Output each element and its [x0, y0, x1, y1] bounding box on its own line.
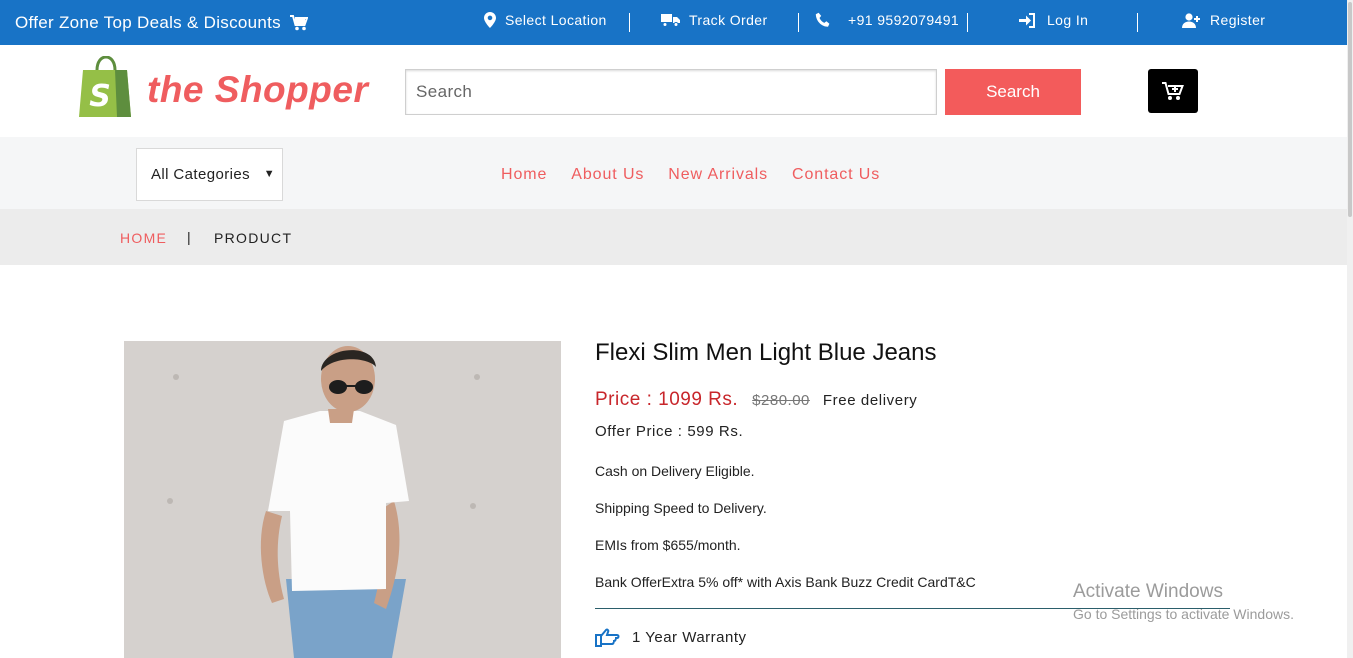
warranty-info: 1 Year Warranty: [595, 627, 747, 647]
old-price: $280.00: [752, 392, 810, 409]
brand-name: the Shopper: [147, 68, 369, 110]
offer-zone-link[interactable]: Offer Zone Top Deals & Discounts: [15, 13, 308, 33]
top-bar: Offer Zone Top Deals & Discounts Select …: [0, 0, 1347, 45]
shopping-cart-icon: [290, 15, 308, 31]
svg-text:S: S: [89, 79, 111, 114]
user-plus-icon: [1182, 12, 1200, 28]
breadcrumb-home[interactable]: HOME: [120, 230, 167, 246]
shopify-bag-icon: S: [79, 56, 131, 117]
sign-in-icon: [1019, 12, 1035, 28]
login-label: Log In: [1047, 12, 1089, 28]
offer-zone-text: Offer Zone Top Deals & Discounts: [15, 13, 281, 32]
divider: [798, 13, 799, 32]
main-nav: All Categories ▼ Home About Us New Arriv…: [0, 137, 1347, 209]
divider: [967, 13, 968, 32]
windows-activation-watermark: Activate Windows Go to Settings to activ…: [1073, 581, 1294, 622]
scrollbar-thumb[interactable]: [1348, 2, 1352, 217]
phone-icon: [815, 12, 830, 27]
feature-item: Cash on Delivery Eligible.: [595, 463, 755, 479]
product-image: [124, 341, 561, 658]
price-row: Price : 1099 Rs. $280.00 Free delivery: [595, 389, 917, 411]
truck-icon: [661, 14, 680, 27]
model-photo: [124, 341, 561, 658]
nav-new-arrivals[interactable]: New Arrivals: [668, 166, 768, 184]
feature-item: EMIs from $655/month.: [595, 537, 741, 553]
track-order-label: Track Order: [689, 12, 768, 28]
product-title: Flexi Slim Men Light Blue Jeans: [595, 339, 937, 366]
offer-price: Offer Price : 599 Rs.: [595, 423, 744, 440]
search-input[interactable]: [405, 69, 937, 115]
feature-item: Bank OfferExtra 5% off* with Axis Bank B…: [595, 574, 976, 590]
nav-contact-us[interactable]: Contact Us: [792, 166, 880, 184]
breadcrumb-current: PRODUCT: [214, 230, 293, 246]
register-link[interactable]: Register: [1182, 12, 1265, 28]
select-location-label: Select Location: [505, 12, 607, 28]
warranty-label: 1 Year Warranty: [632, 628, 747, 646]
feature-item: Shipping Speed to Delivery.: [595, 500, 767, 516]
search-button[interactable]: Search: [945, 69, 1081, 115]
cart-button[interactable]: [1148, 69, 1198, 113]
register-label: Register: [1210, 12, 1266, 28]
breadcrumb-separator: |: [187, 229, 192, 245]
category-select[interactable]: All Categories ▼: [136, 148, 283, 201]
map-marker-icon: [484, 12, 496, 28]
nav-about-us[interactable]: About Us: [571, 166, 644, 184]
delivery-info: Free delivery: [822, 392, 918, 409]
divider: [1137, 13, 1138, 32]
nav-menu: Home About Us New Arrivals Contact Us: [501, 166, 880, 184]
hand-pointer-icon: [595, 628, 620, 647]
caret-down-icon: ▼: [263, 168, 275, 180]
breadcrumb: HOME | PRODUCT: [0, 209, 1347, 265]
brand-logo-link[interactable]: S the Shopper: [79, 56, 368, 117]
login-link[interactable]: Log In: [1019, 12, 1088, 28]
watermark-subtitle: Go to Settings to activate Windows.: [1073, 606, 1294, 622]
watermark-title: Activate Windows: [1073, 581, 1223, 602]
category-select-value: All Categories: [151, 166, 250, 183]
phone-link[interactable]: +91 9592079491: [815, 12, 959, 28]
divider: [629, 13, 630, 32]
nav-home[interactable]: Home: [501, 166, 547, 184]
track-order-link[interactable]: Track Order: [661, 12, 768, 28]
cart-plus-icon: [1162, 81, 1184, 100]
product-price: Price : 1099 Rs.: [595, 389, 739, 410]
page-scrollbar[interactable]: [1347, 0, 1353, 658]
phone-number: +91 9592079491: [848, 12, 960, 28]
select-location-link[interactable]: Select Location: [484, 12, 607, 28]
